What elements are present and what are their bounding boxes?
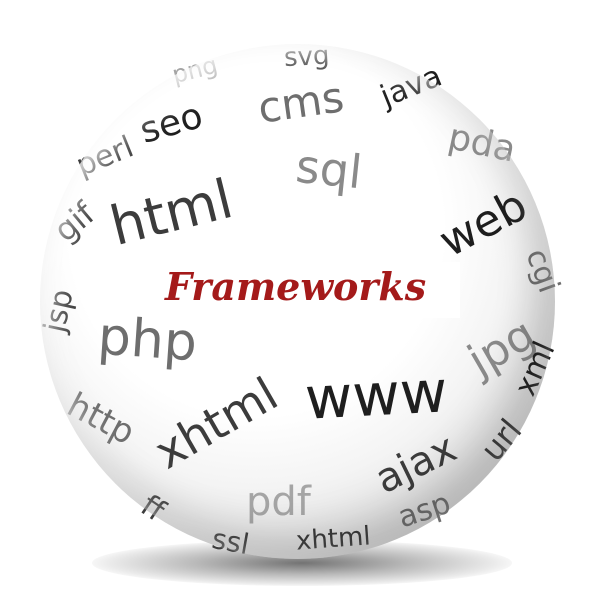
image-canvas: svg png java seo cms perl sql pda html g… — [0, 0, 600, 600]
word-svg: svg — [283, 40, 331, 74]
frameworks-title: Frameworks — [165, 264, 427, 309]
word-xhtml-bottom: xhtml — [295, 521, 372, 557]
word-php: php — [96, 306, 199, 374]
word-sql: sql — [293, 138, 365, 200]
word-pdf: pdf — [246, 479, 311, 525]
word-ssl: ssl — [209, 522, 252, 561]
word-www: www — [303, 357, 449, 433]
word-jsp: jsp — [37, 286, 81, 336]
word-cms: cms — [254, 72, 347, 133]
